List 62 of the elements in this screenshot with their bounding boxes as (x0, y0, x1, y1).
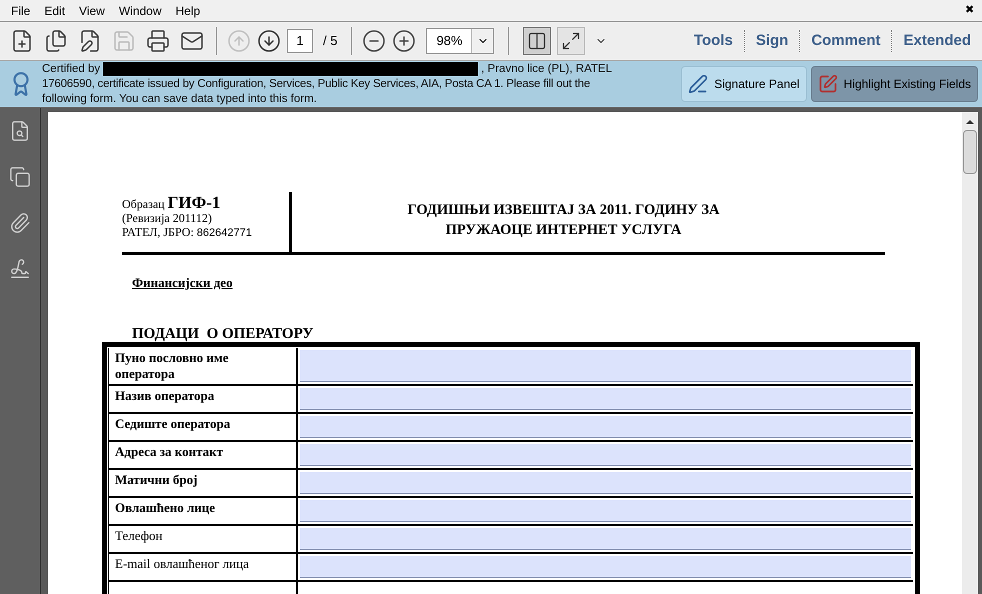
paperclip-icon[interactable] (9, 212, 31, 234)
revision-text: (Ревизија 201112) (122, 210, 213, 224)
menu-item[interactable]: Help (168, 2, 208, 20)
field-label: Матични број (108, 470, 298, 496)
pen-icon (688, 74, 708, 94)
ratel-number: 862642771 (196, 226, 252, 240)
page-search-icon[interactable] (9, 120, 31, 142)
signature-icon[interactable] (9, 258, 31, 280)
document-title: ПРУЖАОЦЕ ИНТЕРНЕТ УСЛУГА (446, 220, 682, 240)
notice-text: Certified by (42, 62, 100, 76)
files-icon[interactable] (44, 29, 68, 53)
signature-panel-button[interactable]: Signature Panel (681, 66, 807, 102)
field-label: E-mail овлашћеног лица (108, 554, 298, 580)
input-field[interactable] (300, 500, 911, 522)
form-label: Образац (122, 196, 165, 210)
notice-text: 17606590, certificate issued by Configuration, Services, Public Key Services, AIA, Posta CA 1. Please fill out the (42, 76, 592, 92)
highlight-fields-button[interactable]: Highlight Existing Fields (810, 66, 978, 102)
notice-text: , Pravno lice (PL), RATEL (481, 62, 612, 76)
menu-item[interactable]: Window (112, 2, 169, 20)
arrow-down-icon[interactable] (257, 29, 281, 53)
pages-icon[interactable] (9, 166, 31, 188)
field-label: Телефон (108, 526, 298, 552)
field-label: Седиште оператора (108, 414, 298, 440)
input-field[interactable] (300, 444, 911, 466)
menu-item[interactable]: Edit (37, 2, 72, 20)
ratel-label: РАТЕЛ, ЈБРО: (122, 224, 194, 238)
columns-icon (527, 31, 548, 51)
input-field[interactable] (300, 556, 911, 578)
form-field-icon (818, 74, 838, 94)
field-label: Овлашћено лице (108, 498, 298, 524)
task-pane-button[interactable]: Comment (799, 30, 892, 52)
field-label: Адреса за контакт (108, 442, 298, 468)
print-icon[interactable] (146, 29, 170, 53)
zoom-dropdown[interactable]: 98% (426, 28, 494, 54)
document-title: ГОДИШЊИ ИЗВЕШТАЈ ЗА 2011. ГОДИНУ ЗА (407, 200, 721, 220)
input-field[interactable] (300, 388, 911, 410)
field-label: Пуно пословно име оператора (108, 348, 298, 384)
zoom-out-icon[interactable] (362, 29, 386, 53)
scroll-up-icon[interactable] (966, 120, 974, 124)
zoom-in-icon[interactable] (392, 29, 416, 53)
page-number-field[interactable]: 1 (287, 29, 313, 53)
input-field[interactable] (300, 472, 911, 494)
scrollbar-thumb[interactable] (963, 130, 977, 174)
scrollbar[interactable] (962, 112, 978, 594)
page-total: / 5 (323, 32, 338, 50)
menu-item[interactable]: View (72, 2, 112, 20)
fit-width-button[interactable] (523, 27, 552, 55)
table-heading: ПОДАЦИ О ОПЕРАТОРУ (132, 326, 314, 342)
form-code: ГИФ-1 (168, 196, 220, 210)
task-pane-button[interactable]: Extended (891, 30, 982, 52)
task-pane-button[interactable]: Tools (682, 30, 744, 52)
input-field[interactable] (300, 416, 911, 438)
field-label: Назив оператора (108, 386, 298, 412)
section-heading: Финансијски део (132, 274, 233, 292)
input-field[interactable] (300, 528, 911, 550)
fullscreen-button[interactable] (557, 27, 586, 55)
input-field[interactable] (300, 350, 911, 382)
close-button[interactable]: ✖ (965, 2, 974, 19)
expand-icon (561, 31, 582, 51)
notice-text: following form. You can save data typed into this form. (42, 92, 318, 106)
menu-item[interactable]: File (4, 2, 38, 20)
task-pane-button[interactable]: Sign (744, 30, 800, 52)
